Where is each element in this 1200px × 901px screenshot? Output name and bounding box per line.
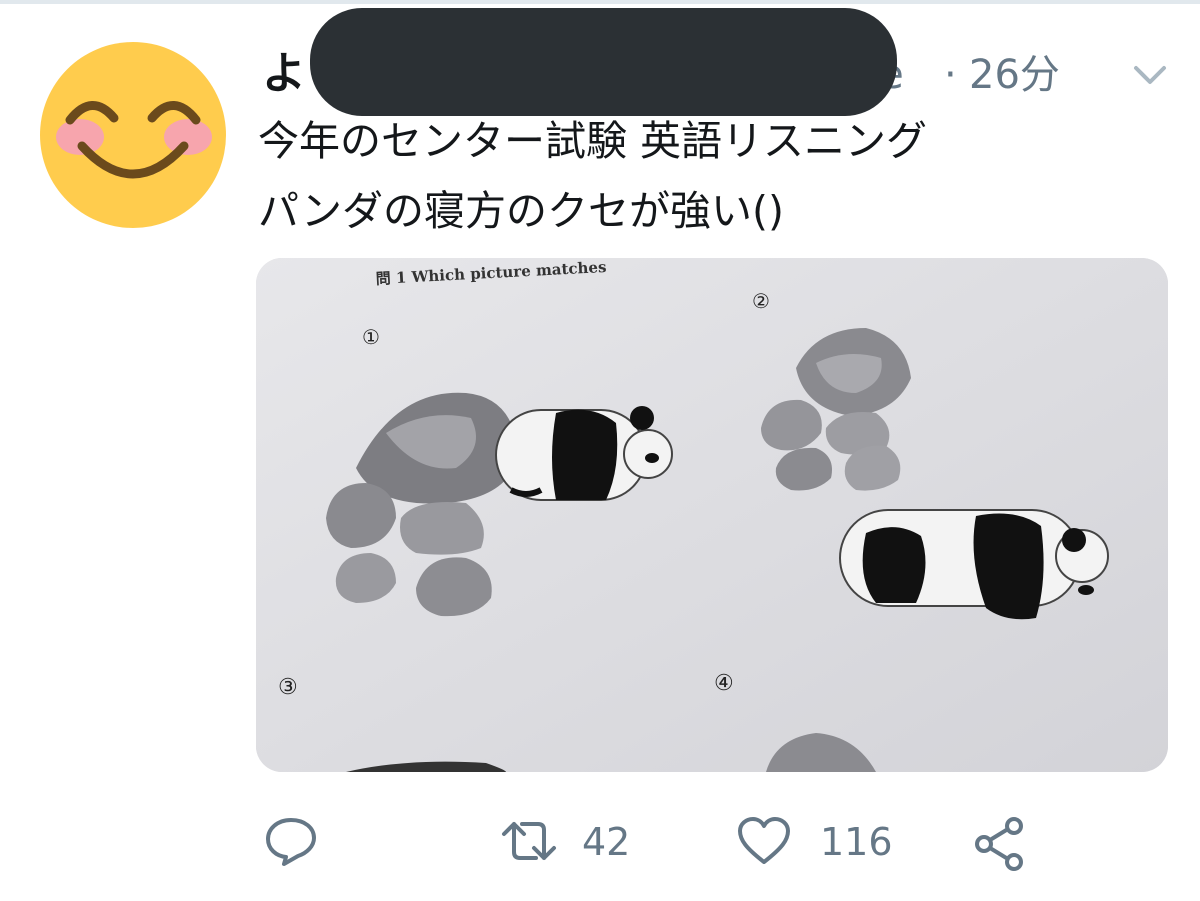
chevron-down-icon[interactable] (1130, 60, 1170, 90)
option-label-3: ③ (278, 675, 298, 700)
tweet-media[interactable]: 問 1 Which picture matches ① ② ③ ④ (256, 258, 1168, 772)
share-icon[interactable] (972, 816, 1028, 872)
reply-icon[interactable] (264, 816, 318, 866)
retweet-icon[interactable] (496, 816, 562, 866)
tweet-text: 今年のセンター試験 英語リスニング パンダの寝方のクセが強い() (258, 117, 928, 235)
tweet-actions: 42 116 (0, 800, 1200, 880)
timestamp[interactable]: 26分 (969, 50, 1060, 100)
separator-dot: · (944, 52, 957, 98)
like-count: 116 (820, 820, 893, 864)
option-label-1: ① (362, 325, 380, 349)
exam-photo: 問 1 Which picture matches ① ② ③ ④ (256, 258, 1168, 772)
redaction-bar (310, 8, 897, 116)
retweet-count: 42 (582, 820, 631, 864)
option-label-4: ④ (714, 671, 734, 696)
option-label-2: ② (752, 289, 770, 313)
top-divider (0, 0, 1200, 4)
heart-icon[interactable] (736, 816, 792, 866)
author-name[interactable]: よ (262, 44, 306, 104)
avatar[interactable] (40, 42, 226, 228)
tweet-header: よ le · 26分 (262, 8, 1166, 116)
